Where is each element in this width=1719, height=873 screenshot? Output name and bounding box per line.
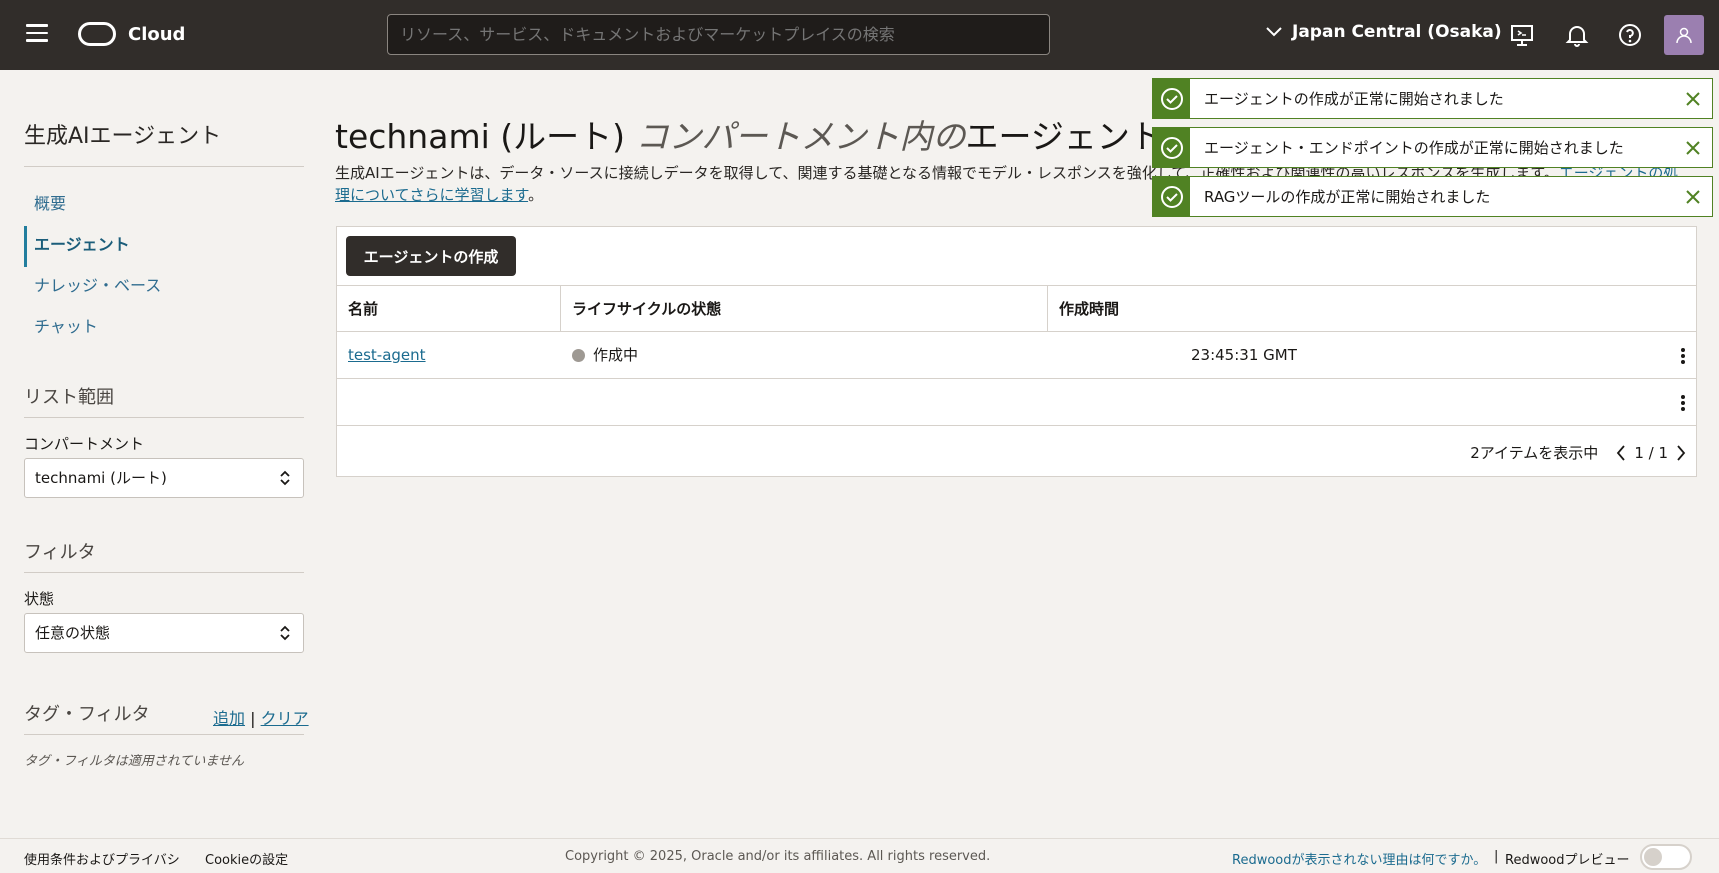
cloud-shell-icon[interactable]	[1509, 22, 1535, 48]
agent-created-cell: 23:45:31 GMT	[1048, 332, 1628, 378]
toast-message: エージェント・エンドポイントの作成が正常に開始されました	[1204, 139, 1624, 157]
success-toast: エージェント・エンドポイントの作成が正常に開始されました	[1152, 127, 1713, 168]
column-header-lifecycle-state[interactable]: ライフサイクルの状態	[561, 286, 1048, 331]
sidebar-item-overview[interactable]: 概要	[24, 185, 304, 226]
tag-filter-empty: タグ・フィルタは適用されていません	[24, 754, 244, 769]
compartment-select[interactable]: technami (ルート)	[24, 458, 304, 498]
copyright: Copyright © 2025, Oracle and/or its affi…	[565, 849, 991, 864]
region-selector[interactable]: Japan Central (Osaka)	[1266, 22, 1502, 42]
redwood-preview-toggle[interactable]	[1640, 844, 1692, 870]
bell-icon[interactable]	[1564, 22, 1590, 48]
region-label: Japan Central (Osaka)	[1292, 22, 1502, 42]
status-dot-icon	[572, 349, 585, 362]
oracle-logo-icon	[78, 22, 116, 46]
chevron-down-icon	[1266, 27, 1282, 37]
agent-state: 作成中	[593, 346, 639, 364]
filter-title: フィルタ	[24, 542, 96, 563]
tag-clear-link[interactable]: クリア	[261, 709, 309, 728]
menu-icon[interactable]	[26, 24, 48, 44]
agent-name-cell: test-agent	[337, 332, 561, 378]
brand-label: Cloud	[128, 23, 186, 45]
search-input[interactable]	[387, 14, 1050, 55]
table-row: test-agent 作成中 23:45:31 GMT	[337, 332, 1696, 379]
pager-page: 1 / 1	[1634, 443, 1668, 462]
row-actions-kebab-icon[interactable]	[1680, 394, 1686, 412]
agents-panel: エージェントの作成 名前 ライフサイクルの状態 作成時間 test-agent …	[336, 226, 1697, 477]
divider	[24, 734, 304, 735]
table-header: 名前 ライフサイクルの状態 作成時間	[337, 285, 1696, 332]
compartment-value: technami (ルート)	[35, 469, 167, 487]
redwood-why-link[interactable]: Redwoodが表示されない理由は何ですか。	[1232, 849, 1486, 868]
tag-filter-title: タグ・フィルタ	[24, 704, 150, 725]
column-header-created[interactable]: 作成時間	[1048, 286, 1696, 331]
agent-created: 23:45:31 GMT	[1191, 346, 1297, 364]
chevron-left-icon[interactable]	[1616, 444, 1626, 461]
success-toast: エージェントの作成が正常に開始されました	[1152, 78, 1713, 119]
column-header-name[interactable]: 名前	[337, 286, 561, 331]
select-arrows-icon	[280, 625, 290, 641]
state-value: 任意の状態	[35, 624, 111, 642]
close-icon[interactable]	[1684, 90, 1702, 108]
close-icon[interactable]	[1684, 188, 1702, 206]
state-label: 状態	[24, 590, 55, 608]
list-scope-title: リスト範囲	[24, 387, 114, 408]
page-title-compartment: technami (ルート)	[335, 117, 625, 156]
sidebar-item-agents[interactable]: エージェント	[24, 226, 304, 267]
page-title-italic: コンパートメント内の	[625, 117, 966, 156]
create-agent-button[interactable]: エージェントの作成	[346, 236, 516, 276]
agent-name-link[interactable]: test-agent	[348, 346, 426, 364]
tag-add-link[interactable]: 追加	[213, 709, 245, 728]
tag-separator: |	[250, 709, 256, 728]
divider	[24, 166, 304, 167]
select-arrows-icon	[280, 470, 290, 486]
sidebar-nav: 概要 エージェント ナレッジ・ベース チャット	[24, 185, 304, 349]
sidebar-item-chat[interactable]: チャット	[24, 308, 304, 349]
agents-table: 名前 ライフサイクルの状態 作成時間 test-agent 作成中 23:45:…	[337, 285, 1696, 426]
page-title: technami (ルート) コンパートメント内のエージェント	[335, 110, 1163, 158]
toast-message: RAGツールの作成が正常に開始されました	[1204, 188, 1491, 206]
compartment-label: コンパートメント	[24, 435, 145, 453]
success-check-icon	[1153, 79, 1190, 118]
toast-message: エージェントの作成が正常に開始されました	[1204, 90, 1504, 108]
page-title-suffix: エージェント	[965, 117, 1163, 156]
terms-link[interactable]: 使用条件およびプライバシ	[24, 849, 180, 868]
table-row	[337, 379, 1696, 426]
success-check-icon	[1153, 128, 1190, 167]
sidebar-title: 生成AIエージェント	[24, 124, 222, 149]
divider	[24, 572, 304, 573]
success-toast: RAGツールの作成が正常に開始されました	[1152, 176, 1713, 217]
description-end: 。	[528, 186, 544, 204]
pager-count: 2アイテムを表示中	[1470, 444, 1599, 462]
help-icon[interactable]	[1617, 22, 1643, 48]
user-icon	[1676, 27, 1692, 44]
footer-separator: |	[1494, 849, 1499, 864]
cookie-settings-link[interactable]: Cookieの設定	[205, 849, 288, 868]
agent-state-cell: 作成中	[561, 332, 1048, 378]
row-actions-kebab-icon[interactable]	[1680, 347, 1686, 365]
oracle-cloud-logo[interactable]: Cloud	[78, 22, 185, 46]
divider	[24, 417, 304, 418]
state-select[interactable]: 任意の状態	[24, 613, 304, 653]
chevron-right-icon[interactable]	[1676, 444, 1686, 461]
tag-filter-actions: 追加 | クリア	[213, 705, 309, 729]
top-navigation-bar: Cloud Japan Central (Osaka)	[0, 0, 1719, 70]
success-check-icon	[1153, 177, 1190, 216]
sidebar-item-knowledge-bases[interactable]: ナレッジ・ベース	[24, 267, 304, 308]
user-avatar[interactable]	[1664, 15, 1704, 55]
close-icon[interactable]	[1684, 139, 1702, 157]
footer: 使用条件およびプライバシ Cookieの設定 Copyright © 2025,…	[0, 838, 1719, 873]
redwood-preview-label: Redwoodプレビュー	[1505, 853, 1630, 868]
pagination: 2アイテムを表示中 1 / 1	[1470, 442, 1686, 463]
